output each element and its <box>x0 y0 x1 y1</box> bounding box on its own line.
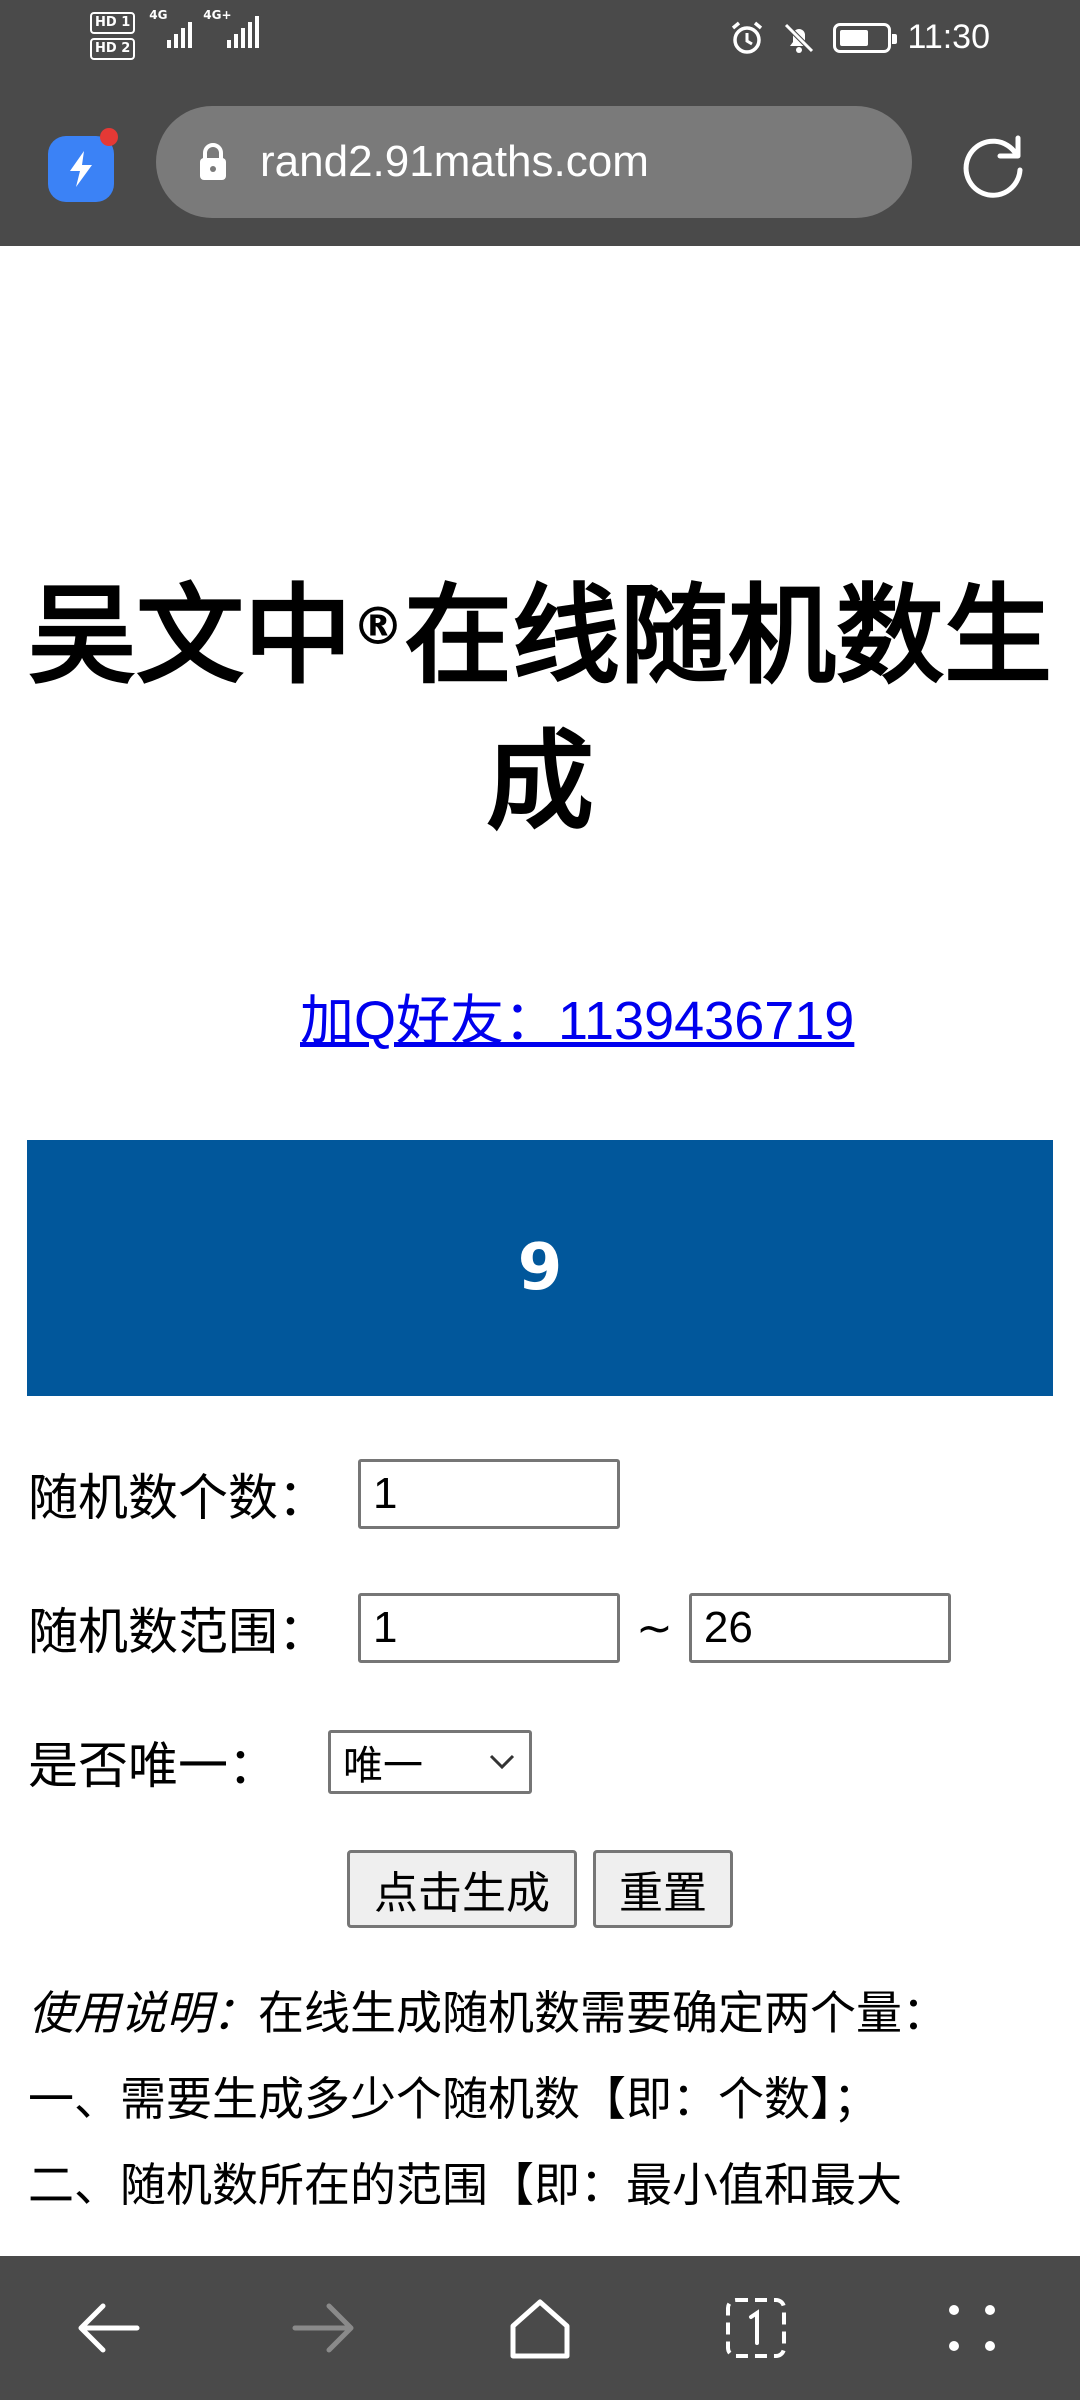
result-value: 9 <box>517 1231 563 1305</box>
unique-selected-value: 唯一 <box>343 1743 423 1789</box>
hd-badges: HD 1 HD 2 <box>90 12 136 60</box>
generate-button[interactable]: 点击生成 <box>347 1850 577 1928</box>
chevron-down-icon <box>489 1754 515 1770</box>
lightning-icon <box>70 151 92 187</box>
status-bar: HD 1 HD 2 4G 4G+ 11:30 <box>0 0 1080 80</box>
home-icon <box>510 2299 570 2359</box>
browser-toolbar: rand2.91maths.com <box>0 80 1080 246</box>
alarm-icon <box>732 21 763 54</box>
browser-bottom-nav <box>0 2256 1080 2400</box>
forward-button[interactable] <box>274 2278 374 2378</box>
result-display: 9 <box>27 1140 1053 1396</box>
address-bar[interactable]: rand2.91maths.com <box>156 106 912 218</box>
count-input[interactable] <box>358 1459 620 1529</box>
tabs-button[interactable] <box>706 2278 806 2378</box>
usage-line-2: 一、需要生成多少个随机数【即：个数】； <box>28 2072 879 2126</box>
usage-line-4: 值】 <box>28 2228 1058 2244</box>
usage-line-3: 二、随机数所在的范围【即：最小值和最大 <box>28 2158 902 2212</box>
signal-icon-1: 4G <box>149 8 195 48</box>
registered-mark: ® <box>352 597 404 657</box>
status-time: 11:30 <box>907 18 990 56</box>
notification-dot <box>100 128 118 146</box>
unique-label: 是否唯一： <box>28 1737 278 1795</box>
usage-title: 使用说明： <box>28 1986 258 2040</box>
hd-badge-2: HD 2 <box>90 38 136 60</box>
hd-badge-1: HD 1 <box>90 12 136 34</box>
usage-line-1: 使用说明：在线生成随机数需要确定两个量： <box>28 1986 948 2040</box>
tabs-icon <box>726 2298 786 2358</box>
arrow-right-icon <box>292 2303 354 2353</box>
count-row: 随机数个数： <box>28 1458 620 1530</box>
count-label: 随机数个数： <box>28 1469 328 1527</box>
network-label-1: 4G <box>149 8 168 22</box>
signal-icon-2: 4G+ <box>203 8 265 48</box>
mute-bell-icon <box>784 22 815 53</box>
url-text: rand2.91maths.com <box>260 137 649 186</box>
back-button[interactable] <box>58 2278 158 2378</box>
battery-icon <box>833 22 898 53</box>
page-title: 吴文中®在线随机数生成 <box>0 564 1080 856</box>
status-right: 11:30 <box>729 18 990 57</box>
menu-button[interactable] <box>922 2278 1022 2378</box>
action-buttons: 点击生成 重置 <box>347 1850 733 1928</box>
title-rest: 在线随机数生成 <box>404 574 1053 845</box>
web-page: 吴文中®在线随机数生成 加Q好友：1139436719 9 随机数个数： 随机数… <box>0 246 1080 2244</box>
status-left: HD 1 HD 2 4G 4G+ <box>90 8 265 60</box>
unique-row: 是否唯一： 唯一 <box>28 1726 532 1798</box>
title-main: 吴文中 <box>27 574 352 699</box>
home-button[interactable] <box>490 2278 590 2378</box>
unique-select[interactable]: 唯一 <box>328 1730 532 1794</box>
range-separator: ~ <box>636 1602 673 1654</box>
arrow-left-icon <box>78 2303 140 2353</box>
lock-icon <box>200 143 226 180</box>
browser-app-icon[interactable] <box>48 128 118 202</box>
qq-friend-link[interactable]: 加Q好友：1139436719 <box>300 976 854 1055</box>
reload-icon[interactable] <box>956 126 1030 200</box>
network-label-2: 4G+ <box>203 8 232 22</box>
range-min-input[interactable] <box>358 1593 620 1663</box>
menu-dots-icon <box>949 2305 995 2351</box>
reset-button[interactable]: 重置 <box>593 1850 733 1928</box>
range-row: 随机数范围： ~ <box>28 1592 951 1664</box>
range-max-input[interactable] <box>688 1593 951 1663</box>
range-label: 随机数范围： <box>28 1603 328 1661</box>
usage-instructions: 使用说明：在线生成随机数需要确定两个量： 一、需要生成多少个随机数【即：个数】；… <box>28 1970 1058 2244</box>
